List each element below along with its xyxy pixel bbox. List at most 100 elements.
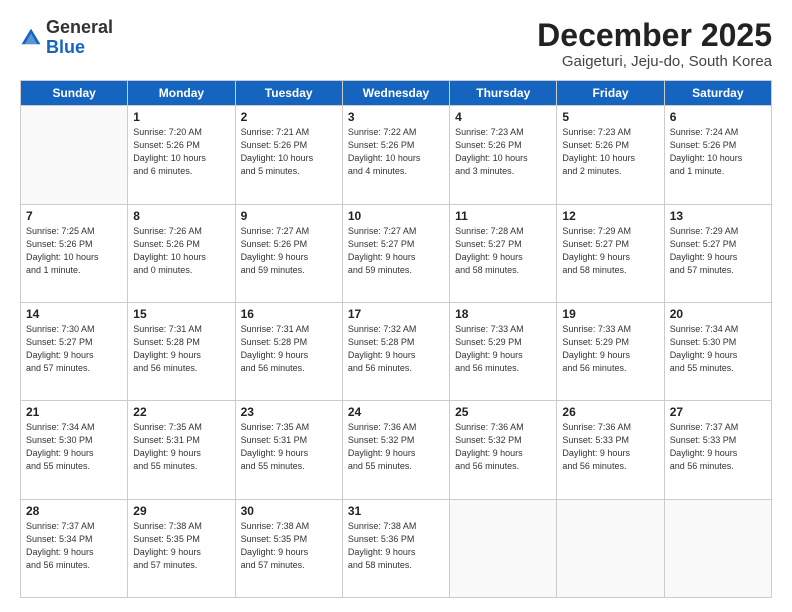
table-row: 22 Sunrise: 7:35 AM Sunset: 5:31 PM Dayli… [128, 401, 235, 499]
day-number: 31 [348, 504, 444, 518]
table-row: 13Sunrise: 7:29 AM Sunset: 5:27 PM Dayli… [664, 204, 771, 302]
col-saturday: Saturday [664, 81, 771, 106]
day-info: Sunrise: 7:34 AM Sunset: 5:30 PM Dayligh… [670, 323, 766, 375]
calendar-week-row: 7 Sunrise: 7:25 AM Sunset: 5:26 PM Daylig… [21, 204, 772, 302]
day-number: 1 [133, 110, 229, 124]
day-number: 3 [348, 110, 444, 124]
logo-text: General Blue [46, 18, 113, 58]
table-row: 25 Sunrise: 7:36 AM Sunset: 5:32 PM Dayli… [450, 401, 557, 499]
day-info: Sunrise: 7:26 AM Sunset: 5:26 PM Dayligh… [133, 225, 229, 277]
day-number: 16 [241, 307, 337, 321]
day-number: 19 [562, 307, 658, 321]
col-sunday: Sunday [21, 81, 128, 106]
day-number: 20 [670, 307, 766, 321]
day-number: 12 [562, 209, 658, 223]
table-row: 4 Sunrise: 7:23 AM Sunset: 5:26 PM Daylig… [450, 106, 557, 204]
day-number: 25 [455, 405, 551, 419]
day-number: 29 [133, 504, 229, 518]
table-row [664, 499, 771, 597]
day-number: 24 [348, 405, 444, 419]
day-info: Sunrise: 7:23 AM Sunset: 5:26 PM Dayligh… [455, 126, 551, 178]
table-row: 18 Sunrise: 7:33 AM Sunset: 5:29 PM Dayli… [450, 302, 557, 400]
day-number: 30 [241, 504, 337, 518]
table-row: 12 Sunrise: 7:29 AM Sunset: 5:27 PM Dayli… [557, 204, 664, 302]
table-row: 28 Sunrise: 7:37 AM Sunset: 5:34 PM Dayli… [21, 499, 128, 597]
day-number: 21 [26, 405, 122, 419]
table-row: 23Sunrise: 7:35 AM Sunset: 5:31 PM Dayli… [235, 401, 342, 499]
day-number: 23 [241, 405, 337, 419]
day-number: 11 [455, 209, 551, 223]
day-number: 18 [455, 307, 551, 321]
table-row: 17 Sunrise: 7:32 AM Sunset: 5:28 PM Dayli… [342, 302, 449, 400]
table-row: 10Sunrise: 7:27 AM Sunset: 5:27 PM Dayli… [342, 204, 449, 302]
table-row: 19Sunrise: 7:33 AM Sunset: 5:29 PM Dayli… [557, 302, 664, 400]
col-tuesday: Tuesday [235, 81, 342, 106]
table-row: 1 Sunrise: 7:20 AM Sunset: 5:26 PM Daylig… [128, 106, 235, 204]
table-row: 30 Sunrise: 7:38 AM Sunset: 5:35 PM Dayli… [235, 499, 342, 597]
day-info: Sunrise: 7:34 AM Sunset: 5:30 PM Dayligh… [26, 421, 122, 473]
day-info: Sunrise: 7:31 AM Sunset: 5:28 PM Dayligh… [241, 323, 337, 375]
day-info: Sunrise: 7:20 AM Sunset: 5:26 PM Dayligh… [133, 126, 229, 178]
day-info: Sunrise: 7:36 AM Sunset: 5:32 PM Dayligh… [455, 421, 551, 473]
day-number: 27 [670, 405, 766, 419]
calendar-week-row: 21 Sunrise: 7:34 AM Sunset: 5:30 PM Dayli… [21, 401, 772, 499]
day-info: Sunrise: 7:23 AM Sunset: 5:26 PM Dayligh… [562, 126, 658, 178]
col-friday: Friday [557, 81, 664, 106]
col-monday: Monday [128, 81, 235, 106]
day-number: 15 [133, 307, 229, 321]
day-info: Sunrise: 7:31 AM Sunset: 5:28 PM Dayligh… [133, 323, 229, 375]
day-info: Sunrise: 7:32 AM Sunset: 5:28 PM Dayligh… [348, 323, 444, 375]
table-row: 31 Sunrise: 7:38 AM Sunset: 5:36 PM Dayli… [342, 499, 449, 597]
day-info: Sunrise: 7:35 AM Sunset: 5:31 PM Dayligh… [133, 421, 229, 473]
table-row: 15 Sunrise: 7:31 AM Sunset: 5:28 PM Dayli… [128, 302, 235, 400]
day-info: Sunrise: 7:38 AM Sunset: 5:35 PM Dayligh… [133, 520, 229, 572]
day-number: 14 [26, 307, 122, 321]
day-info: Sunrise: 7:30 AM Sunset: 5:27 PM Dayligh… [26, 323, 122, 375]
day-info: Sunrise: 7:38 AM Sunset: 5:35 PM Dayligh… [241, 520, 337, 572]
logo-blue: Blue [46, 37, 85, 57]
table-row: 14 Sunrise: 7:30 AM Sunset: 5:27 PM Dayli… [21, 302, 128, 400]
table-row: 24 Sunrise: 7:36 AM Sunset: 5:32 PM Dayli… [342, 401, 449, 499]
day-info: Sunrise: 7:24 AM Sunset: 5:26 PM Dayligh… [670, 126, 766, 178]
day-number: 13 [670, 209, 766, 223]
logo-general: General [46, 17, 113, 37]
table-row: 2 Sunrise: 7:21 AM Sunset: 5:26 PM Daylig… [235, 106, 342, 204]
header: General Blue December 2025 Gaigeturi, Je… [20, 18, 772, 70]
day-info: Sunrise: 7:33 AM Sunset: 5:29 PM Dayligh… [455, 323, 551, 375]
day-info: Sunrise: 7:27 AM Sunset: 5:26 PM Dayligh… [241, 225, 337, 277]
calendar-week-row: 28 Sunrise: 7:37 AM Sunset: 5:34 PM Dayli… [21, 499, 772, 597]
day-number: 6 [670, 110, 766, 124]
day-info: Sunrise: 7:36 AM Sunset: 5:32 PM Dayligh… [348, 421, 444, 473]
day-info: Sunrise: 7:36 AM Sunset: 5:33 PM Dayligh… [562, 421, 658, 473]
day-number: 28 [26, 504, 122, 518]
day-info: Sunrise: 7:22 AM Sunset: 5:26 PM Dayligh… [348, 126, 444, 178]
day-number: 4 [455, 110, 551, 124]
day-info: Sunrise: 7:28 AM Sunset: 5:27 PM Dayligh… [455, 225, 551, 277]
day-info: Sunrise: 7:29 AM Sunset: 5:27 PM Dayligh… [562, 225, 658, 277]
table-row: 16 Sunrise: 7:31 AM Sunset: 5:28 PM Dayli… [235, 302, 342, 400]
table-row [450, 499, 557, 597]
day-number: 5 [562, 110, 658, 124]
table-row: 6 Sunrise: 7:24 AM Sunset: 5:26 PM Daylig… [664, 106, 771, 204]
table-row: 27Sunrise: 7:37 AM Sunset: 5:33 PM Dayli… [664, 401, 771, 499]
calendar-week-row: 14 Sunrise: 7:30 AM Sunset: 5:27 PM Dayli… [21, 302, 772, 400]
logo: General Blue [20, 18, 113, 58]
day-info: Sunrise: 7:21 AM Sunset: 5:26 PM Dayligh… [241, 126, 337, 178]
table-row: 29 Sunrise: 7:38 AM Sunset: 5:35 PM Dayli… [128, 499, 235, 597]
title-block: December 2025 Gaigeturi, Jeju-do, South … [537, 18, 772, 70]
day-info: Sunrise: 7:25 AM Sunset: 5:26 PM Dayligh… [26, 225, 122, 277]
day-number: 8 [133, 209, 229, 223]
day-info: Sunrise: 7:38 AM Sunset: 5:36 PM Dayligh… [348, 520, 444, 572]
day-number: 10 [348, 209, 444, 223]
day-info: Sunrise: 7:37 AM Sunset: 5:34 PM Dayligh… [26, 520, 122, 572]
day-number: 7 [26, 209, 122, 223]
calendar-header-row: Sunday Monday Tuesday Wednesday Thursday… [21, 81, 772, 106]
table-row [557, 499, 664, 597]
page: General Blue December 2025 Gaigeturi, Je… [0, 0, 792, 612]
subtitle: Gaigeturi, Jeju-do, South Korea [537, 53, 772, 70]
day-number: 17 [348, 307, 444, 321]
col-thursday: Thursday [450, 81, 557, 106]
logo-icon [20, 27, 42, 49]
day-number: 2 [241, 110, 337, 124]
day-number: 22 [133, 405, 229, 419]
